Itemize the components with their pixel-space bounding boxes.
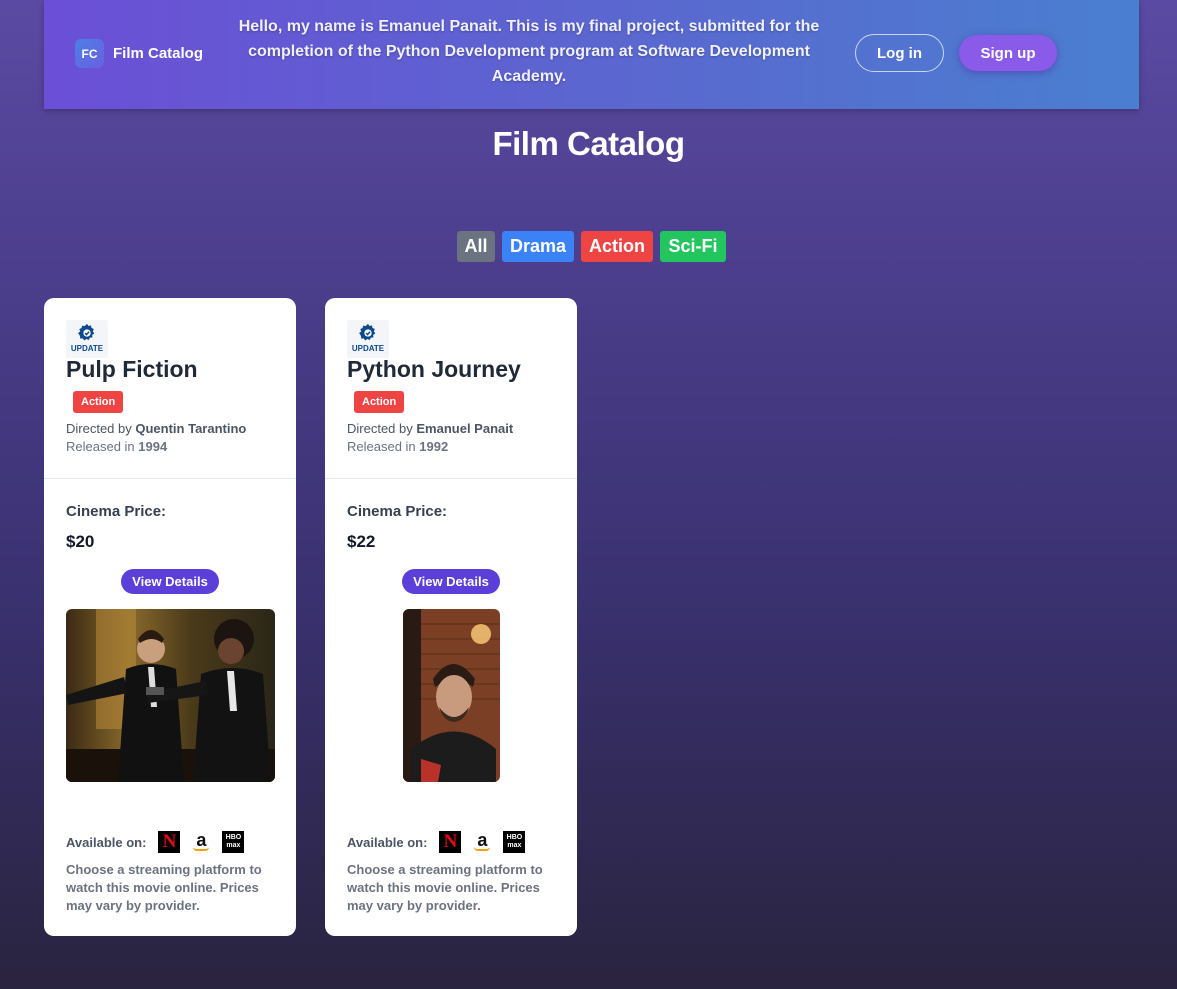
navbar: FC Film Catalog Hello, my name is Emanue… [44, 0, 1139, 109]
netflix-icon[interactable]: N [439, 831, 462, 853]
hbo-bottom: max [226, 842, 241, 849]
film-title: Pulp Fiction [66, 356, 198, 382]
filter-drama-button[interactable]: Drama [502, 231, 574, 262]
filter-action-button[interactable]: Action [581, 231, 653, 262]
poster-image [403, 609, 500, 782]
amazon-icon[interactable]: a [471, 831, 493, 853]
director-name: Quentin Tarantino [135, 421, 247, 436]
price-label: Cinema Price: [347, 503, 448, 520]
brand[interactable]: FC Film Catalog [75, 39, 203, 68]
filter-all-button[interactable]: All [457, 231, 495, 262]
director-name: Emanuel Panait [416, 421, 514, 436]
gear-icon [359, 323, 376, 341]
hbo-top: HBO [506, 834, 523, 841]
view-details-button[interactable]: View Details [121, 569, 219, 594]
update-label: UPDATE [351, 344, 385, 353]
directed-prefix: Directed by [347, 421, 413, 436]
available-label: Available on: [66, 834, 147, 850]
price-value: $22 [347, 532, 376, 551]
streaming-note: Choose a streaming platform to watch thi… [347, 862, 543, 913]
hbo-max-icon[interactable]: HBO max [222, 831, 245, 853]
film-card: UPDATE Pulp Fiction Action Directed by Q… [44, 298, 296, 936]
film-card-header: UPDATE Python Journey Action Directed by… [325, 298, 577, 479]
price-value: $20 [66, 532, 95, 551]
genre-badge: Action [73, 391, 124, 413]
gear-icon [78, 323, 95, 341]
available-label: Available on: [347, 834, 428, 850]
login-button[interactable]: Log in [855, 34, 944, 72]
signup-button[interactable]: Sign up [959, 35, 1057, 71]
page-title: Film Catalog [492, 125, 685, 162]
film-poster[interactable] [66, 609, 275, 782]
amazon-icon[interactable]: a [190, 831, 212, 853]
streaming-note: Choose a streaming platform to watch thi… [66, 862, 262, 913]
price-label: Cinema Price: [66, 503, 167, 520]
released-prefix: Released in [347, 439, 416, 454]
hbo-top: HBO [225, 834, 242, 841]
film-release: Released in 1992 [347, 439, 448, 454]
update-gear-icon[interactable]: UPDATE [66, 320, 108, 358]
film-release: Released in 1994 [66, 439, 167, 454]
netflix-icon[interactable]: N [158, 831, 181, 853]
amazon-letter: a [196, 830, 207, 850]
released-prefix: Released in [66, 439, 135, 454]
film-poster[interactable] [403, 609, 500, 782]
streaming-platforms: Available on: N a HBO max [66, 831, 245, 853]
film-director: Directed by Quentin Tarantino [66, 421, 246, 436]
poster-image [66, 609, 275, 782]
genre-badge: Action [354, 391, 405, 413]
view-details-button[interactable]: View Details [402, 569, 500, 594]
streaming-platforms: Available on: N a HBO max [347, 831, 526, 853]
film-card-header: UPDATE Pulp Fiction Action Directed by Q… [44, 298, 296, 479]
brand-logo-icon: FC [75, 39, 104, 68]
hbo-bottom: max [507, 842, 522, 849]
film-director: Directed by Emanuel Panait [347, 421, 513, 436]
directed-prefix: Directed by [66, 421, 132, 436]
hbo-max-icon[interactable]: HBO max [503, 831, 526, 853]
update-gear-icon[interactable]: UPDATE [347, 320, 389, 358]
intro-text: Hello, my name is Emanuel Panait. This i… [238, 18, 820, 85]
amazon-letter: a [477, 830, 488, 850]
filter-scifi-button[interactable]: Sci-Fi [660, 231, 726, 262]
update-label: UPDATE [70, 344, 104, 353]
release-year: 1994 [138, 439, 168, 454]
genre-filters: All Drama Action Sci-Fi [457, 231, 726, 262]
film-card: UPDATE Python Journey Action Directed by… [325, 298, 577, 936]
film-title: Python Journey [347, 356, 521, 382]
brand-name: Film Catalog [113, 45, 204, 62]
release-year: 1992 [419, 439, 449, 454]
